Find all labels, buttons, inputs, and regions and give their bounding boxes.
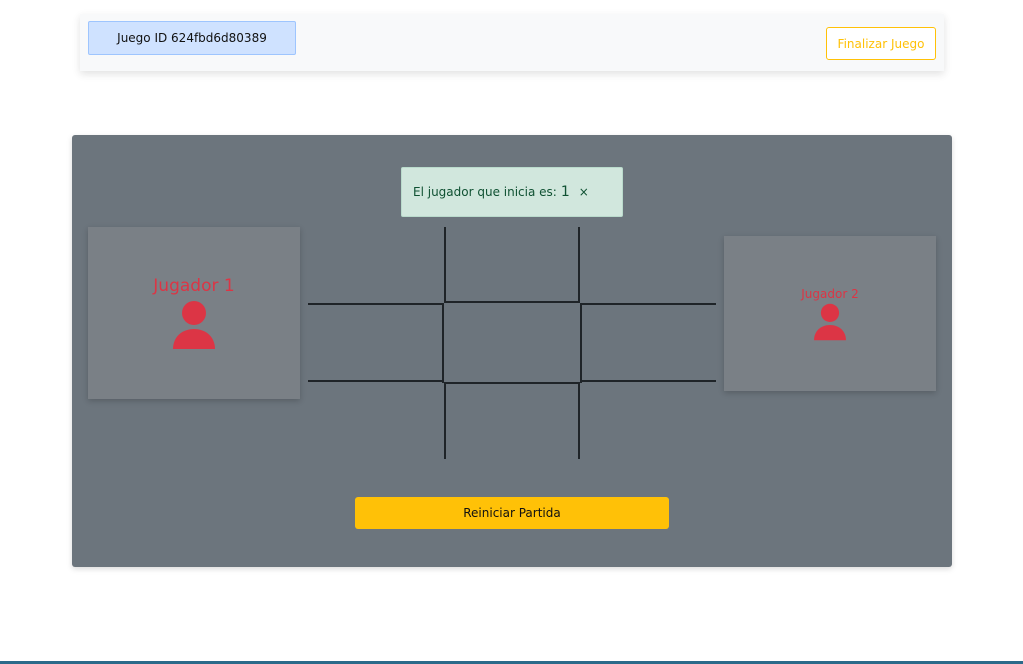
grid-line: [442, 303, 444, 383]
grid-line: [444, 382, 580, 384]
alert-message: El jugador que inicia es:: [413, 185, 557, 199]
board-cell[interactable]: [308, 383, 444, 459]
board-cell[interactable]: [580, 305, 716, 381]
tic-tac-toe-grid: [306, 227, 718, 459]
player-1-name: Jugador 1: [153, 276, 235, 296]
player-2-name: Jugador 2: [801, 286, 859, 301]
board-cell[interactable]: [580, 227, 716, 303]
player-1-card: Jugador 1: [88, 227, 300, 399]
grid-line: [578, 382, 580, 459]
grid-line: [580, 303, 716, 305]
board-cell[interactable]: [308, 305, 444, 381]
board-cell[interactable]: [308, 227, 444, 303]
user-icon: [173, 301, 215, 349]
grid-line: [444, 227, 446, 303]
starting-player-number: 1: [560, 184, 570, 200]
player-2-card: Jugador 2: [724, 236, 936, 391]
grid-line: [580, 303, 582, 383]
top-navbar: Juego ID 624fbd6d80389 Finalizar Juego: [80, 14, 944, 71]
game-id-badge: Juego ID 624fbd6d80389: [88, 21, 296, 55]
end-game-button[interactable]: Finalizar Juego: [826, 27, 936, 60]
starting-player-alert: El jugador que inicia es: 1 ×: [401, 167, 623, 217]
board-cell[interactable]: [446, 305, 578, 381]
grid-line: [444, 301, 580, 303]
grid-line: [444, 382, 446, 459]
grid-line: [308, 380, 444, 382]
game-screen: Juego ID 624fbd6d80389 Finalizar Juego E…: [0, 0, 1023, 664]
board-cell[interactable]: [446, 383, 578, 459]
close-alert-button[interactable]: ×: [579, 185, 589, 199]
board-cell[interactable]: [580, 383, 716, 459]
grid-line: [580, 380, 716, 382]
user-icon: [814, 303, 846, 340]
restart-match-button[interactable]: Reiniciar Partida: [355, 497, 669, 529]
board-cell[interactable]: [446, 227, 578, 303]
grid-line: [308, 303, 444, 305]
grid-line: [578, 227, 580, 303]
